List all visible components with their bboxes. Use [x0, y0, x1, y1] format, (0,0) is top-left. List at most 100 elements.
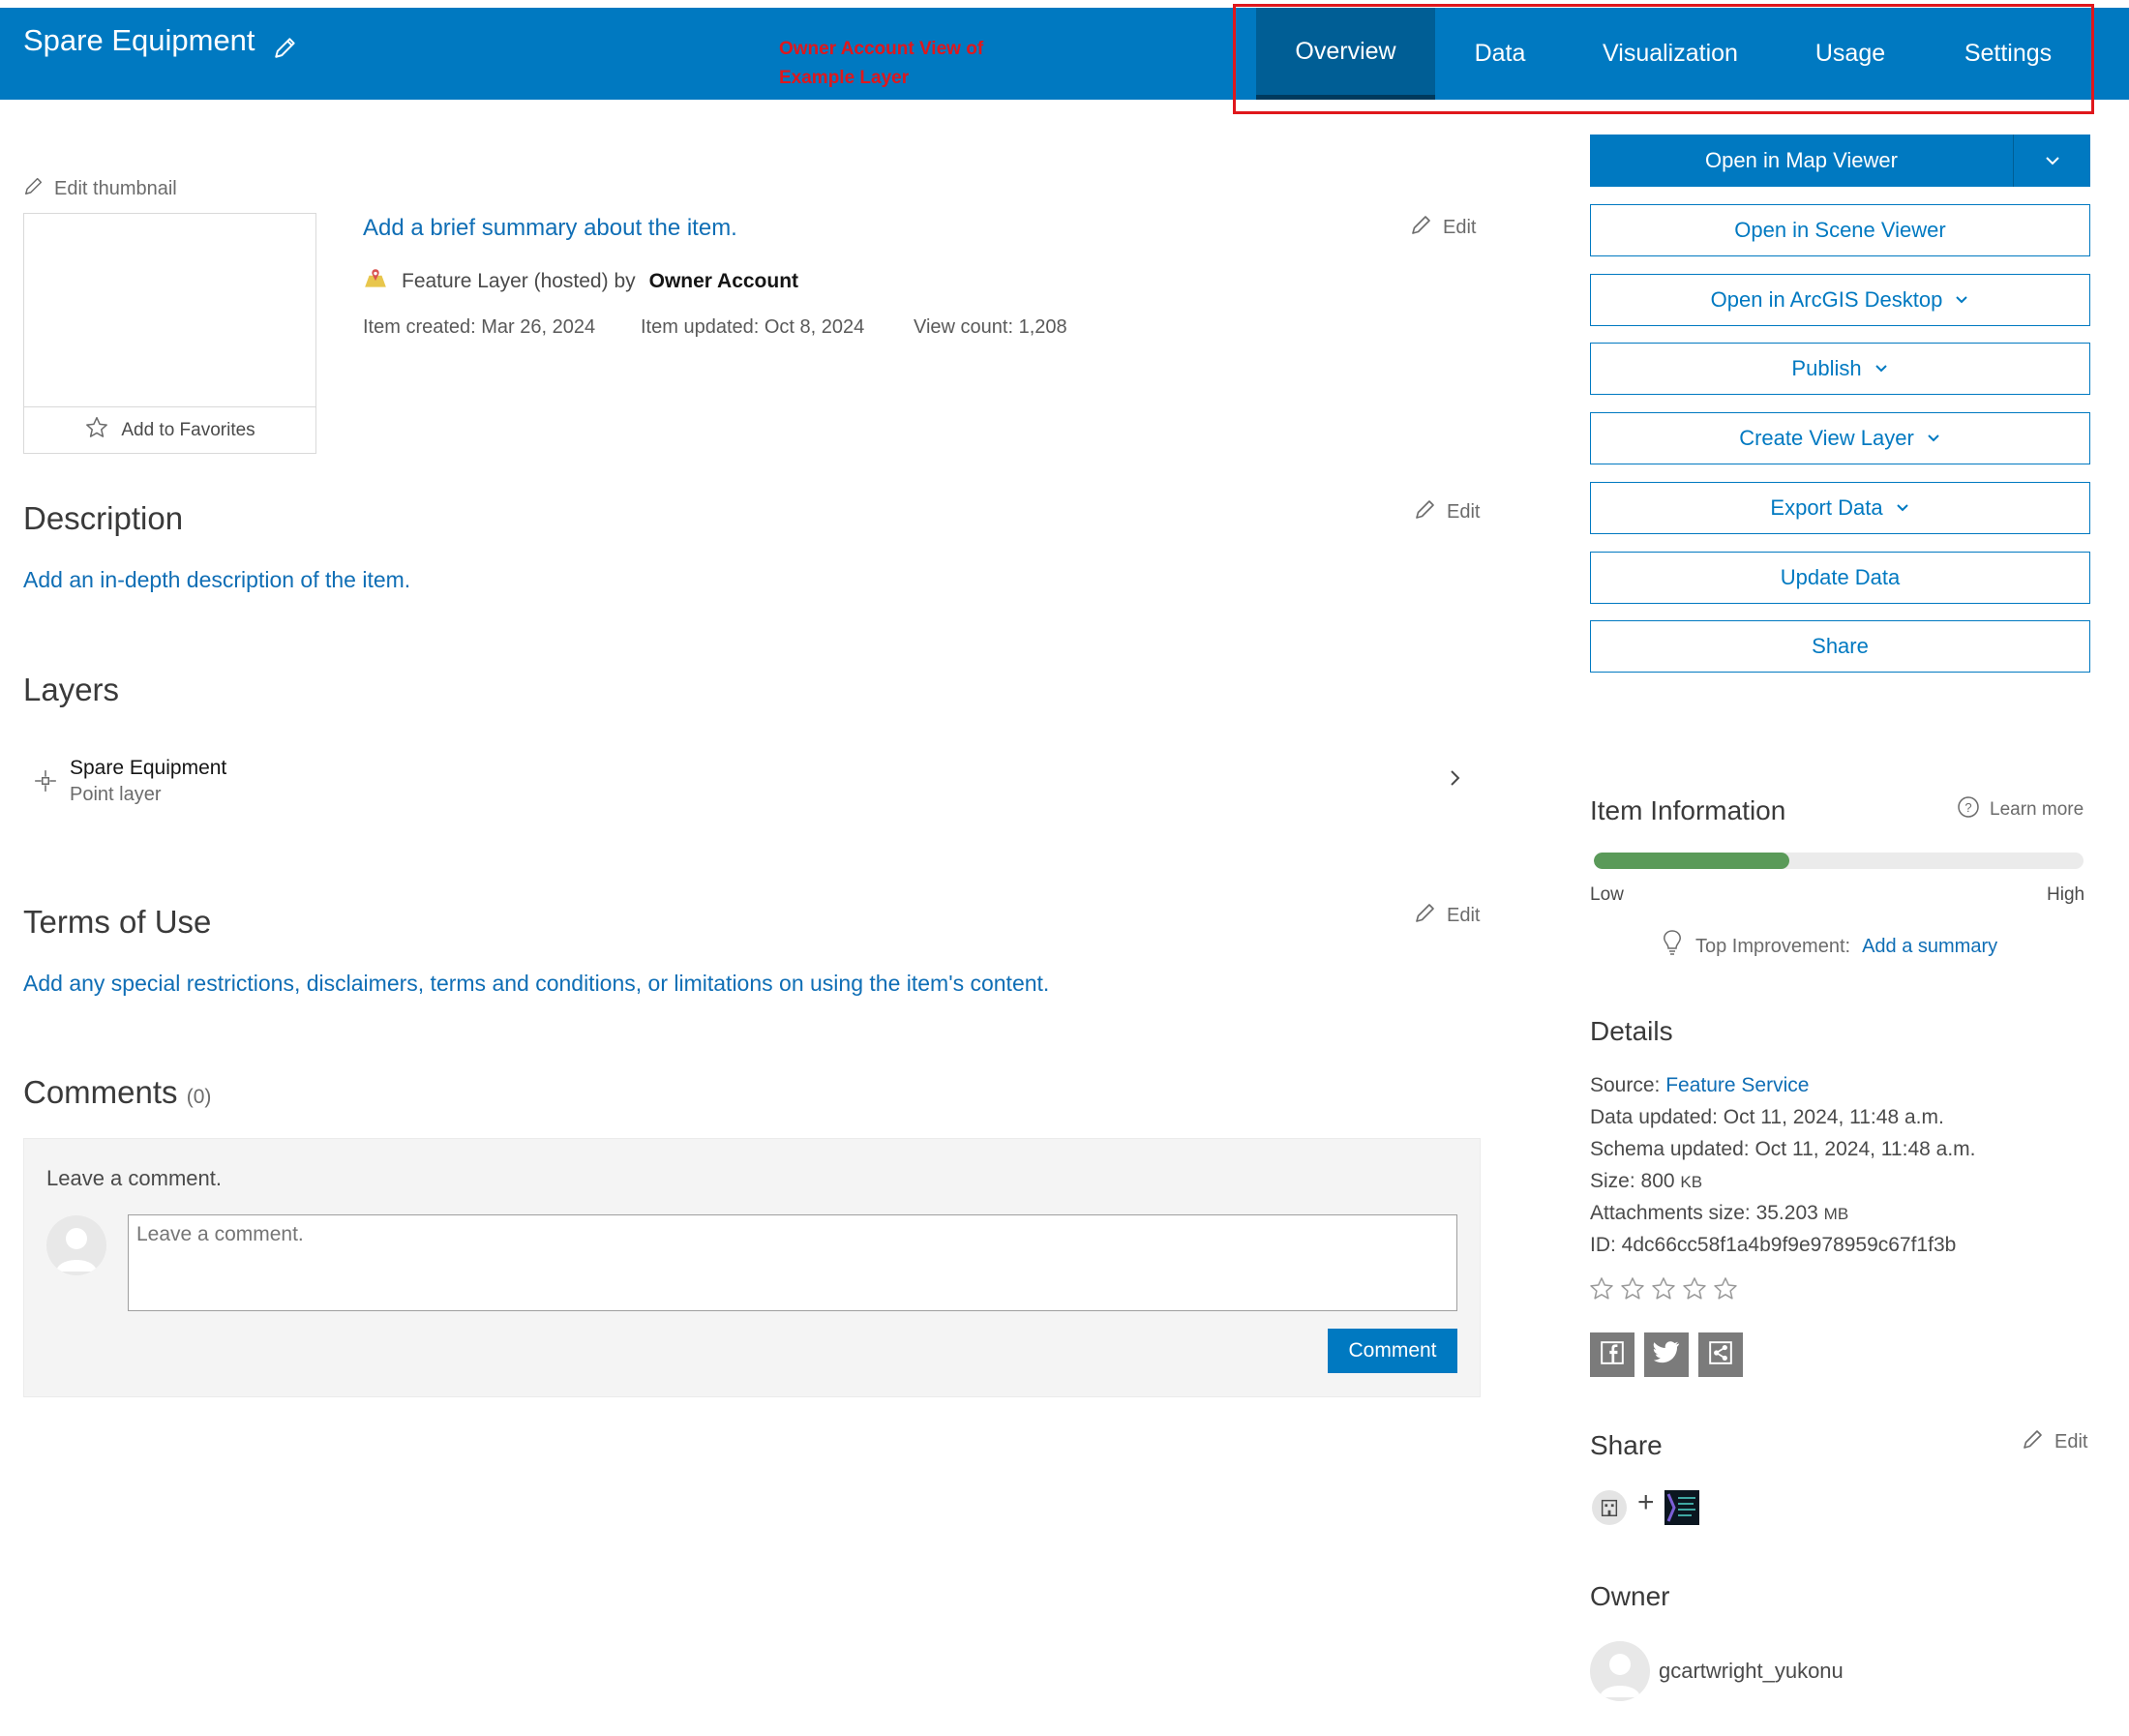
star-icon	[84, 415, 109, 446]
owner-account: Owner Account	[648, 270, 799, 292]
export-data-label: Export Data	[1770, 495, 1883, 520]
size-line: Size: 800 KB	[1590, 1170, 1702, 1193]
add-to-favorites-button[interactable]: Add to Favorites	[23, 406, 316, 454]
rating-star-icon[interactable]	[1681, 1275, 1708, 1302]
update-data-label: Update Data	[1780, 565, 1901, 589]
feature-layer-icon	[363, 266, 388, 297]
chevron-down-icon	[1896, 504, 1908, 512]
chevron-down-icon	[1874, 365, 1887, 373]
edit-title-icon[interactable]	[273, 35, 300, 62]
add-terms-link[interactable]: Add any special restrictions, disclaimer…	[23, 971, 1049, 996]
rating-star-icon[interactable]	[1619, 1275, 1646, 1302]
open-in-scene-viewer-button[interactable]: Open in Scene Viewer	[1590, 204, 2090, 256]
point-layer-icon	[33, 768, 58, 798]
item-thumbnail	[23, 213, 316, 406]
attachments-unit: MB	[1823, 1205, 1849, 1223]
comments-count: (0)	[186, 1086, 212, 1108]
share-plus: +	[1637, 1486, 1655, 1518]
comment-input[interactable]	[128, 1214, 1457, 1311]
open-in-map-viewer-label: Open in Map Viewer	[1705, 148, 1898, 172]
data-updated: Data updated: Oct 11, 2024, 11:48 a.m.	[1590, 1106, 1944, 1128]
avatar	[46, 1215, 106, 1275]
edit-thumbnail-button[interactable]: Edit thumbnail	[23, 175, 177, 202]
add-description-link[interactable]: Add an in-depth description of the item.	[23, 567, 410, 592]
item-updated: Item updated: Oct 8, 2024	[641, 316, 865, 338]
share-button[interactable]: Share	[1590, 620, 2090, 673]
item-type-line: Feature Layer (hosted) by Owner Account	[363, 266, 798, 297]
score-high-label: High	[2047, 884, 2085, 905]
pencil-icon	[2022, 1427, 2045, 1456]
edit-description-button[interactable]: Edit	[1414, 497, 1480, 526]
link-share-button[interactable]	[1698, 1332, 1743, 1377]
organization-icon	[1592, 1490, 1627, 1525]
chevron-down-icon	[1956, 296, 1968, 304]
description-heading: Description	[23, 500, 184, 536]
owner-name[interactable]: gcartwright_yukonu	[1659, 1659, 1844, 1684]
item-type-text: Feature Layer (hosted) by	[402, 270, 636, 292]
scene-viewer-label: Open in Scene Viewer	[1734, 218, 1946, 242]
item-title: Spare Equipment	[23, 23, 255, 57]
feature-service-link[interactable]: Feature Service	[1665, 1074, 1809, 1096]
svg-text:?: ?	[1964, 800, 1971, 815]
edit-share-label: Edit	[2054, 1430, 2088, 1452]
item-id: ID: 4dc66cc58f1a4b9f9e978959c67f1f3b	[1590, 1234, 1957, 1256]
share-heading: Share	[1590, 1430, 1663, 1460]
chevron-down-icon	[1928, 434, 1939, 442]
annotation-text: Owner Account View of Example Layer	[779, 39, 984, 88]
pencil-icon	[1410, 213, 1433, 242]
rating-star-icon[interactable]	[1712, 1275, 1739, 1302]
top-improvement-label: Top Improvement:	[1695, 935, 1851, 957]
update-data-button[interactable]: Update Data	[1590, 552, 2090, 604]
create-view-layer-button[interactable]: Create View Layer	[1590, 412, 2090, 464]
help-icon: ?	[1957, 795, 1980, 824]
annotation-box	[1233, 4, 2094, 114]
favorites-label: Add to Favorites	[121, 419, 255, 440]
chevron-down-icon	[2045, 157, 2059, 165]
item-score-bar	[1594, 853, 2084, 869]
pencil-icon	[1414, 901, 1437, 930]
view-count: View count: 1,208	[914, 316, 1067, 338]
map-viewer-dropdown-toggle[interactable]	[2014, 135, 2090, 187]
schema-updated: Schema updated: Oct 11, 2024, 11:48 a.m.	[1590, 1138, 1976, 1160]
rating-stars[interactable]	[1588, 1275, 1739, 1302]
chevron-right-icon	[1446, 766, 1465, 794]
item-score-fill	[1594, 853, 1790, 869]
open-in-map-viewer-button[interactable]: Open in Map Viewer	[1590, 135, 2090, 187]
comment-button[interactable]: Comment	[1328, 1329, 1457, 1373]
item-information-heading: Item Information	[1590, 795, 1786, 825]
edit-terms-button[interactable]: Edit	[1414, 901, 1480, 930]
facebook-icon	[1600, 1340, 1625, 1370]
open-in-arcgis-desktop-button[interactable]: Open in ArcGIS Desktop	[1590, 274, 2090, 326]
learn-more-link[interactable]: ? Learn more	[1957, 795, 2084, 824]
add-summary-link[interactable]: Add a brief summary about the item.	[363, 215, 737, 241]
rating-star-icon[interactable]	[1650, 1275, 1677, 1302]
layer-row[interactable]: Spare Equipment Point layer	[23, 747, 1475, 813]
comments-title: Comments	[23, 1074, 178, 1110]
comments-heading: Comments (0)	[23, 1074, 211, 1111]
comment-prompt: Leave a comment.	[46, 1166, 222, 1190]
facebook-share-button[interactable]	[1590, 1332, 1634, 1377]
twitter-share-button[interactable]	[1644, 1332, 1689, 1377]
score-low-label: Low	[1590, 884, 1624, 905]
pencil-icon	[1414, 497, 1437, 526]
arcgis-desktop-label: Open in ArcGIS Desktop	[1710, 287, 1943, 312]
add-a-summary-link[interactable]: Add a summary	[1862, 936, 1997, 958]
attachments-line: Attachments size: 35.203 MB	[1590, 1202, 1848, 1225]
share-icon	[1708, 1340, 1733, 1370]
edit-description-label: Edit	[1447, 500, 1481, 523]
pencil-icon	[23, 175, 45, 202]
size-value: Size: 800	[1590, 1170, 1675, 1192]
size-unit: KB	[1680, 1173, 1703, 1191]
layer-type: Point layer	[70, 784, 162, 805]
rating-star-icon[interactable]	[1588, 1275, 1615, 1302]
twitter-icon	[1653, 1340, 1680, 1369]
edit-summary-button[interactable]: Edit	[1410, 213, 1476, 242]
details-heading: Details	[1590, 1016, 1673, 1046]
publish-button[interactable]: Publish	[1590, 343, 2090, 395]
export-data-button[interactable]: Export Data	[1590, 482, 2090, 534]
create-view-layer-label: Create View Layer	[1739, 426, 1914, 450]
edit-summary-label: Edit	[1443, 216, 1477, 238]
owner-heading: Owner	[1590, 1581, 1670, 1611]
edit-share-button[interactable]: Edit	[2022, 1427, 2087, 1456]
group-thumbnail	[1664, 1490, 1699, 1525]
